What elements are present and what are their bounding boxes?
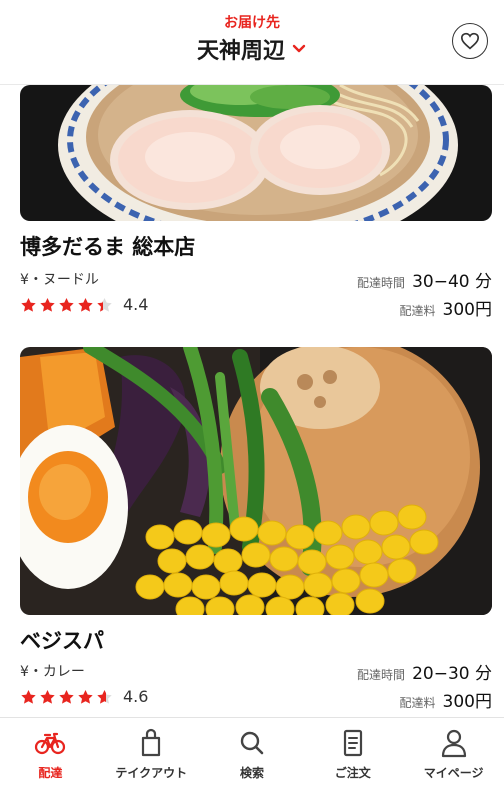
rating: 4.4 — [20, 295, 148, 314]
restaurant-genre: ¥・ヌードル — [20, 272, 99, 288]
delivery-time: 配達時間 20−30 分 — [357, 659, 492, 684]
nav-label: 配達 — [38, 766, 63, 780]
nav-item-search[interactable]: 検索 — [202, 718, 303, 788]
nav-item-orders[interactable]: ご注文 — [302, 718, 403, 788]
favorites-button[interactable] — [452, 23, 488, 59]
ramen-photo — [20, 85, 492, 221]
delivery-fee-value: 300円 — [442, 692, 492, 712]
soup-curry-image — [20, 347, 492, 615]
nav-item-mypage[interactable]: マイページ — [403, 718, 504, 788]
heart-icon — [460, 32, 480, 50]
nav-label: テイクアウト — [115, 766, 188, 780]
delivery-fee-label: 配達料 — [399, 304, 436, 318]
rating-value: 4.4 — [123, 295, 149, 314]
nav-label: 検索 — [239, 766, 264, 780]
star-full-icon — [40, 689, 55, 704]
search-icon — [240, 731, 264, 755]
location-selector[interactable]: 天神周辺 — [0, 33, 504, 65]
restaurant-card[interactable]: ベジスパ ¥・カレー 4.6 配達時間 20−30 分 配達料 300円 — [20, 347, 492, 715]
delivery-time-value: 30−40 分 — [412, 272, 492, 292]
restaurant-name: 博多だるま 総本店 — [20, 235, 196, 259]
delivery-fee-label: 配達料 — [399, 696, 436, 710]
restaurant-name: ベジスパ — [20, 629, 104, 653]
ramen-image — [20, 85, 492, 221]
delivery-fee-value: 300円 — [442, 300, 492, 320]
restaurant-card[interactable]: 博多だるま 総本店 ¥・ヌードル 4.4 配達時間 30−40 分 配達料 30… — [20, 85, 492, 325]
deliver-to-label: お届け先 — [224, 15, 280, 31]
delivery-time-value: 20−30 分 — [412, 664, 492, 684]
star-full-icon — [78, 689, 93, 704]
nav-label: マイページ — [423, 766, 484, 780]
star-rating — [20, 689, 113, 705]
location-name: 天神周辺 — [196, 39, 285, 64]
star-full-icon — [59, 689, 74, 704]
nav-label: ご注文 — [334, 766, 371, 780]
delivery-fee: 配達料 300円 — [399, 295, 492, 320]
star-full-icon — [78, 297, 93, 312]
star-full-icon — [59, 297, 74, 312]
delivery-time-label: 配達時間 — [356, 276, 405, 290]
receipt-icon — [343, 729, 362, 757]
nav-item-takeout[interactable]: テイクアウト — [101, 718, 202, 788]
star-partial-icon — [97, 297, 112, 312]
restaurant-list: 博多だるま 総本店 ¥・ヌードル 4.4 配達時間 30−40 分 配達料 30… — [0, 85, 504, 715]
user-icon — [441, 729, 466, 758]
rating-value: 4.6 — [123, 687, 149, 706]
soup-curry-photo — [20, 347, 492, 615]
star-full-icon — [40, 297, 55, 312]
delivery-fee: 配達料 300円 — [399, 687, 492, 712]
header: お届け先 天神周辺 — [0, 0, 504, 85]
nav-item-delivery[interactable]: 配達 — [0, 718, 101, 788]
restaurant-genre: ¥・カレー — [20, 664, 85, 680]
star-full-icon — [21, 689, 36, 704]
bottom-nav: 配達 テイクアウト 検索 ご注文 マイページ — [0, 717, 504, 788]
bicycle-icon — [35, 732, 66, 755]
delivery-time: 配達時間 30−40 分 — [357, 267, 492, 292]
star-rating — [20, 297, 113, 313]
bag-icon — [142, 728, 161, 757]
rating: 4.6 — [20, 687, 148, 706]
star-partial-icon — [97, 689, 112, 704]
delivery-time-label: 配達時間 — [356, 668, 405, 682]
chevron-down-icon — [292, 44, 306, 53]
star-full-icon — [21, 297, 36, 312]
